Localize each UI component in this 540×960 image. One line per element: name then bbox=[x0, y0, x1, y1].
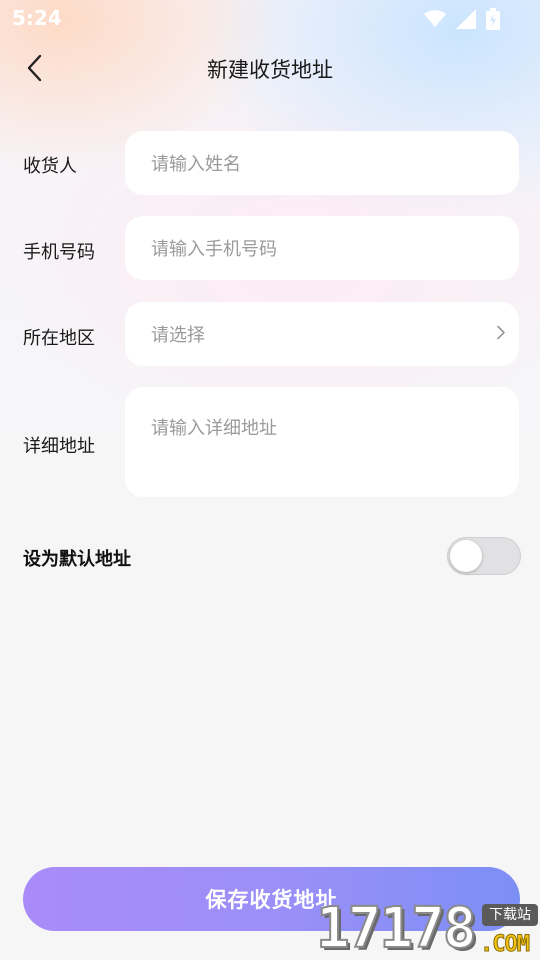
phone-input[interactable]: 请输入手机号码 bbox=[125, 216, 519, 280]
status-icons bbox=[424, 8, 500, 34]
detail-label: 详细地址 bbox=[23, 436, 95, 457]
watermark-domain: .COM bbox=[480, 932, 531, 958]
phone-label: 手机号码 bbox=[23, 242, 95, 263]
signal-icon bbox=[456, 9, 476, 33]
chevron-right-icon bbox=[497, 324, 505, 345]
detail-placeholder: 请输入详细地址 bbox=[151, 418, 277, 439]
receiver-label: 收货人 bbox=[23, 156, 77, 177]
detail-textarea[interactable]: 请输入详细地址 bbox=[125, 387, 519, 497]
page: 5:24 新建收货地址 收货人 请输入姓名 手机号码 请输入手机号码 所在地区 … bbox=[0, 0, 540, 960]
phone-placeholder: 请输入手机号码 bbox=[151, 239, 277, 260]
watermark-badge: 下载站 bbox=[482, 904, 538, 926]
status-time: 5:24 bbox=[12, 6, 62, 30]
receiver-placeholder: 请输入姓名 bbox=[151, 154, 241, 175]
page-title: 新建收货地址 bbox=[207, 58, 333, 82]
default-address-row: 设为默认地址 bbox=[0, 530, 540, 582]
watermark: 17178 下载站 .COM bbox=[315, 896, 540, 960]
phone-row: 手机号码 请输入手机号码 bbox=[0, 216, 540, 280]
detail-row: 详细地址 请输入详细地址 bbox=[0, 387, 540, 497]
region-row: 所在地区 请选择 bbox=[0, 302, 540, 366]
toggle-knob bbox=[450, 540, 482, 572]
receiver-row: 收货人 请输入姓名 bbox=[0, 131, 540, 195]
wifi-icon bbox=[424, 10, 446, 32]
region-label: 所在地区 bbox=[23, 328, 95, 349]
status-bar: 5:24 bbox=[0, 0, 540, 36]
watermark-digits: 17178 bbox=[315, 896, 478, 960]
default-address-toggle[interactable] bbox=[447, 537, 521, 575]
receiver-input[interactable]: 请输入姓名 bbox=[125, 131, 519, 195]
default-address-label: 设为默认地址 bbox=[23, 549, 131, 570]
region-select[interactable]: 请选择 bbox=[125, 302, 519, 366]
nav-bar: 新建收货地址 bbox=[0, 40, 540, 100]
battery-icon bbox=[486, 8, 500, 34]
region-placeholder: 请选择 bbox=[151, 325, 205, 346]
